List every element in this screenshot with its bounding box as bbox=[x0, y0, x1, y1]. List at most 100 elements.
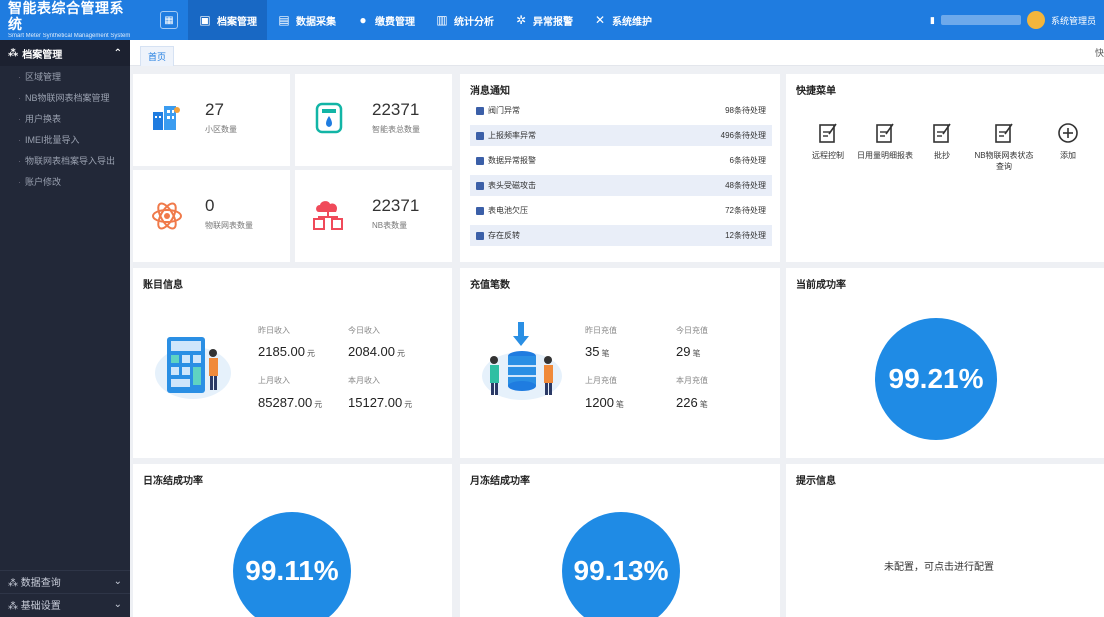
card-title: 提示信息 bbox=[796, 476, 836, 487]
sidebar-section-header[interactable]: ⁂ 档案管理 ⌃ bbox=[0, 40, 130, 66]
card-title: 日冻结成功率 bbox=[143, 476, 203, 487]
notice-status: 12条待处理 bbox=[725, 231, 766, 240]
brand: 智能表综合管理系统 Smart Meter Synthetical Manage… bbox=[0, 0, 130, 40]
brand-subtitle: Smart Meter Synthetical Management Syste… bbox=[8, 33, 131, 39]
recharge-yesterday-value: 35 笔 bbox=[585, 344, 610, 359]
notice-label: 数据异常报警 bbox=[488, 156, 536, 165]
tips-card: 提示信息 未配置，可点击进行配置 bbox=[786, 464, 1104, 617]
user-area: ▮ 系统管理员 bbox=[930, 0, 1096, 40]
atom-icon bbox=[152, 202, 182, 230]
sidebar-item-account-edit[interactable]: 账户修改 bbox=[0, 171, 130, 192]
quick-label: 批抄 bbox=[934, 151, 950, 160]
avatar[interactable] bbox=[1026, 11, 1045, 29]
nav-payment[interactable]: ● 缴费管理 bbox=[346, 0, 425, 40]
coins-illustration-icon bbox=[482, 322, 562, 400]
tab-overflow[interactable]: 快 bbox=[1095, 46, 1104, 59]
sidebar-section-label: 档案管理 bbox=[22, 49, 63, 61]
stat-card-iot-meters: 0 物联网表数量 bbox=[133, 170, 290, 262]
nav-alarm[interactable]: ✲ 异常报警 bbox=[504, 0, 583, 40]
notice-row[interactable]: 数据异常报警 6条待处理 bbox=[470, 150, 772, 171]
account-thismonth-value: 15127.00 元 bbox=[348, 395, 413, 410]
quick-batch-read[interactable]: 批抄 bbox=[910, 122, 974, 161]
daily-freeze-card: 日冻结成功率 99.11% bbox=[133, 464, 452, 617]
nav-data-collect[interactable]: ▤ 数据采集 bbox=[267, 0, 346, 40]
quick-nb-status-query[interactable]: NB物联网表状态查询 bbox=[972, 122, 1036, 172]
notice-row[interactable]: 表头受磁攻击 48条待处理 bbox=[470, 175, 772, 196]
notice-status: 6条待处理 bbox=[729, 156, 766, 165]
edit-doc-icon bbox=[796, 122, 860, 144]
account-today-value: 2084.00 元 bbox=[348, 344, 405, 359]
meter-icon bbox=[315, 102, 343, 134]
grid-icon: ⁂ bbox=[8, 601, 21, 612]
notice-row[interactable]: 存在反转 12条待处理 bbox=[470, 225, 772, 246]
nav-maintenance[interactable]: ✕ 系统维护 bbox=[583, 0, 662, 40]
notice-status: 496条待处理 bbox=[720, 131, 766, 140]
data-icon: ▤ bbox=[278, 13, 290, 27]
tools-icon: ✕ bbox=[594, 13, 606, 27]
company-icon: ▮ bbox=[930, 14, 935, 25]
sidebar-item-basic-settings[interactable]: ⁂ 基础设置 ⌄ bbox=[0, 593, 130, 615]
alarm-icon: ✲ bbox=[515, 13, 527, 27]
card-title: 月冻结成功率 bbox=[470, 476, 530, 487]
chevron-down-icon: ⌄ bbox=[113, 576, 122, 587]
notice-label: 表电池欠压 bbox=[488, 206, 528, 215]
stat-card-nb-meters: 22371 NB表数量 bbox=[295, 170, 452, 262]
notice-row[interactable]: 阀门异常 98条待处理 bbox=[470, 100, 772, 121]
chevron-down-icon: ⌄ bbox=[113, 599, 122, 610]
edit-doc-icon bbox=[910, 122, 974, 144]
quick-daily-usage-report[interactable]: 日用量明细报表 bbox=[853, 122, 917, 161]
stat-card-community: 27 小区数量 bbox=[133, 74, 290, 166]
user-name[interactable]: 系统管理员 bbox=[1051, 14, 1096, 27]
quick-add[interactable]: 添加 bbox=[1036, 122, 1100, 161]
quick-remote-control[interactable]: 远程控制 bbox=[796, 122, 860, 161]
monthly-rate-circle: 99.13% bbox=[562, 512, 680, 617]
stat-card-smart-meters: 22371 智能表总数量 bbox=[295, 74, 452, 166]
tab-home[interactable]: 首页 bbox=[140, 46, 174, 66]
quick-label: NB物联网表状态查询 bbox=[974, 151, 1034, 171]
apps-grid-icon[interactable]: ▦ bbox=[160, 11, 178, 29]
sidebar-item-replace-meter[interactable]: 用户换表 bbox=[0, 108, 130, 129]
recharge-today-label: 今日充值 bbox=[676, 326, 708, 335]
sidebar-item-imei-import[interactable]: IMEI批量导入 bbox=[0, 129, 130, 150]
recharge-thismonth-value: 226 笔 bbox=[676, 395, 708, 410]
stat-value: 22371 bbox=[372, 100, 420, 119]
stat-label: 智能表总数量 bbox=[372, 125, 420, 134]
bar-chart-icon: ▥ bbox=[436, 13, 448, 27]
card-title: 当前成功率 bbox=[796, 280, 846, 291]
monthly-freeze-card: 月冻结成功率 99.13% bbox=[460, 464, 780, 617]
message-icon bbox=[476, 206, 484, 215]
top-bar: 智能表综合管理系统 Smart Meter Synthetical Manage… bbox=[0, 0, 1104, 40]
plus-circle-icon bbox=[1036, 122, 1100, 144]
account-card: 账目信息 昨日收入 今日收入 2185.00 元 2084.00 元 上月收入 本月… bbox=[133, 268, 452, 458]
sidebar: ⁂档案管理 ⌃ 区域管理 NB物联网表档案管理 用户换表 IMEI批量导入 物联… bbox=[0, 40, 130, 617]
quick-label: 远程控制 bbox=[812, 151, 844, 160]
grid-icon: ⁂ bbox=[8, 47, 19, 59]
account-lastmonth-label: 上月收入 bbox=[258, 376, 290, 385]
sidebar-item-nb-archive[interactable]: NB物联网表档案管理 bbox=[0, 87, 130, 108]
nav-label: 数据采集 bbox=[296, 16, 336, 28]
stat-label: 物联网表数量 bbox=[205, 221, 253, 230]
notice-label: 存在反转 bbox=[488, 231, 520, 240]
sidebar-item-iot-import-export[interactable]: 物联网表档案导入导出 bbox=[0, 150, 130, 171]
sidebar-bottom-label: 基础设置 bbox=[20, 601, 61, 612]
nav-archive[interactable]: ▣ 档案管理 bbox=[188, 0, 267, 40]
chevron-up-icon: ⌃ bbox=[113, 47, 122, 59]
notice-row[interactable]: 上报频率异常 496条待处理 bbox=[470, 125, 772, 146]
sidebar-item-area[interactable]: 区域管理 bbox=[0, 66, 130, 87]
account-today-label: 今日收入 bbox=[348, 326, 380, 335]
card-title: 账目信息 bbox=[143, 280, 183, 291]
tips-configure-link[interactable]: 未配置，可点击进行配置 bbox=[884, 558, 994, 573]
sidebar-bottom-label: 数据查询 bbox=[20, 578, 61, 589]
sidebar-item-data-query[interactable]: ⁂ 数据查询 ⌄ bbox=[0, 570, 130, 592]
account-yesterday-value: 2185.00 元 bbox=[258, 344, 315, 359]
daily-rate-circle: 99.11% bbox=[233, 512, 351, 617]
success-rate-circle: 99.21% bbox=[875, 318, 997, 440]
nav-statistics[interactable]: ▥ 统计分析 bbox=[425, 0, 504, 40]
recharge-lastmonth-label: 上月充值 bbox=[585, 376, 617, 385]
notice-status: 48条待处理 bbox=[725, 181, 766, 190]
nav-label: 档案管理 bbox=[217, 16, 257, 28]
stat-value: 27 bbox=[205, 100, 224, 119]
notice-row[interactable]: 表电池欠压 72条待处理 bbox=[470, 200, 772, 221]
company-name-redacted bbox=[940, 15, 1021, 25]
card-title: 消息通知 bbox=[470, 86, 510, 97]
